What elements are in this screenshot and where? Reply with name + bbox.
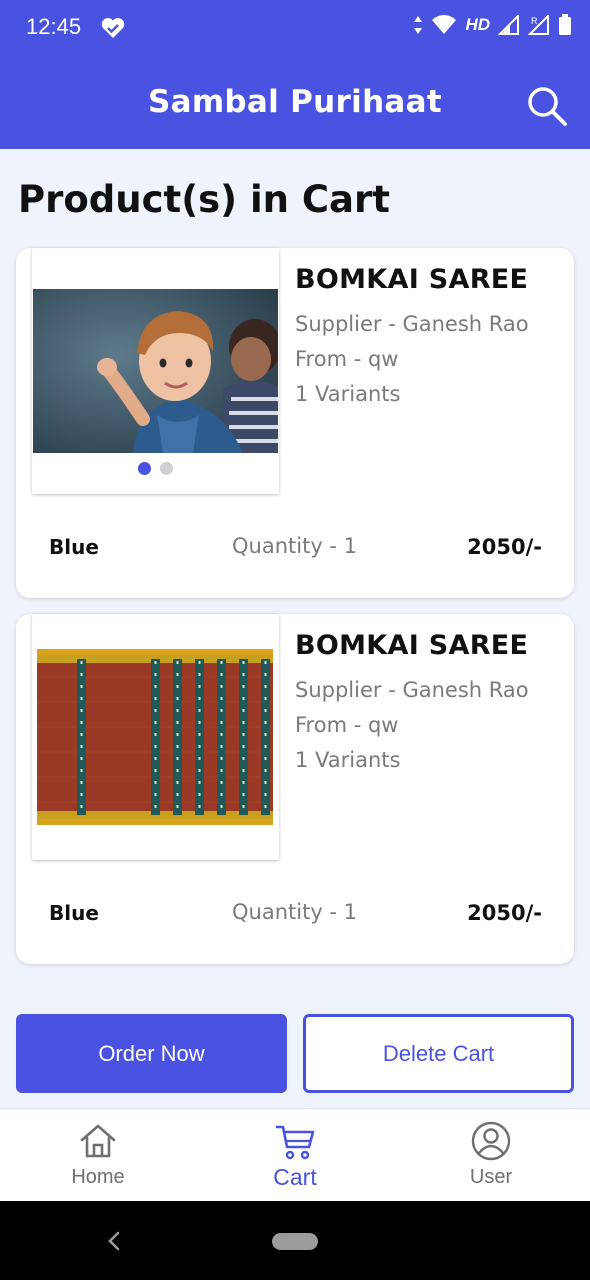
product-color: Blue [49, 535, 99, 559]
carousel-dot[interactable] [160, 462, 173, 475]
nav-label-cart: Cart [273, 1164, 317, 1190]
status-time: 12:45 [26, 14, 82, 39]
svg-text:R: R [531, 16, 538, 26]
data-arrows-icon [414, 16, 423, 34]
product-quantity: Quantity - 1 [232, 900, 358, 924]
product-image-carousel[interactable] [32, 614, 279, 860]
product-color: Blue [49, 901, 99, 925]
cart-item-card[interactable]: BOMKAI SAREE Supplier - Ganesh Rao From … [16, 248, 574, 598]
delete-cart-button[interactable]: Delete Cart [303, 1014, 574, 1093]
nav-label-home: Home [71, 1166, 125, 1188]
product-origin: From - qw [295, 347, 399, 371]
product-price: 2050/- [467, 901, 542, 925]
product-name: BOMKAI SAREE [295, 630, 529, 661]
product-image [33, 289, 278, 453]
product-variants: 1 Variants [295, 382, 401, 406]
product-image-carousel[interactable] [32, 248, 279, 494]
network-type: HD [465, 15, 490, 34]
home-icon [80, 1124, 116, 1158]
product-image [33, 647, 278, 827]
user-icon [471, 1121, 511, 1161]
product-supplier: Supplier - Ganesh Rao [295, 678, 529, 702]
back-icon[interactable] [104, 1229, 124, 1253]
nav-item-cart[interactable]: Cart [225, 1109, 365, 1202]
battery-icon [559, 14, 571, 35]
signal-icon [498, 15, 519, 35]
cart-icon [275, 1125, 315, 1160]
heart-check-icon [101, 18, 125, 38]
product-name: BOMKAI SAREE [295, 264, 529, 295]
order-now-button[interactable]: Order Now [16, 1014, 287, 1093]
nav-item-home[interactable]: Home [28, 1109, 168, 1202]
carousel-dot-active[interactable] [138, 462, 151, 475]
cart-item-card[interactable]: BOMKAI SAREE Supplier - Ganesh Rao From … [16, 614, 574, 964]
search-icon[interactable] [525, 84, 569, 128]
product-price: 2050/- [467, 535, 542, 559]
carousel-indicator [32, 462, 279, 475]
product-origin: From - qw [295, 713, 399, 737]
product-variants: 1 Variants [295, 748, 401, 772]
wifi-icon [432, 15, 457, 34]
status-bar: 12:45 HD R [0, 0, 590, 58]
app-bar: Sambal Purihaat [0, 58, 590, 149]
product-quantity: Quantity - 1 [232, 534, 358, 558]
nav-label-user: User [469, 1166, 513, 1188]
product-supplier: Supplier - Ganesh Rao [295, 312, 529, 336]
signal-roaming-icon: R [528, 15, 549, 35]
home-gesture-pill[interactable] [272, 1233, 318, 1250]
page-title: Product(s) in Cart [18, 178, 390, 221]
nav-item-user[interactable]: User [421, 1109, 561, 1202]
system-navigation-bar [0, 1201, 590, 1280]
bottom-nav: Home Cart User [0, 1108, 590, 1201]
status-icons: HD R [413, 14, 572, 36]
app-title: Sambal Purihaat [147, 84, 442, 120]
